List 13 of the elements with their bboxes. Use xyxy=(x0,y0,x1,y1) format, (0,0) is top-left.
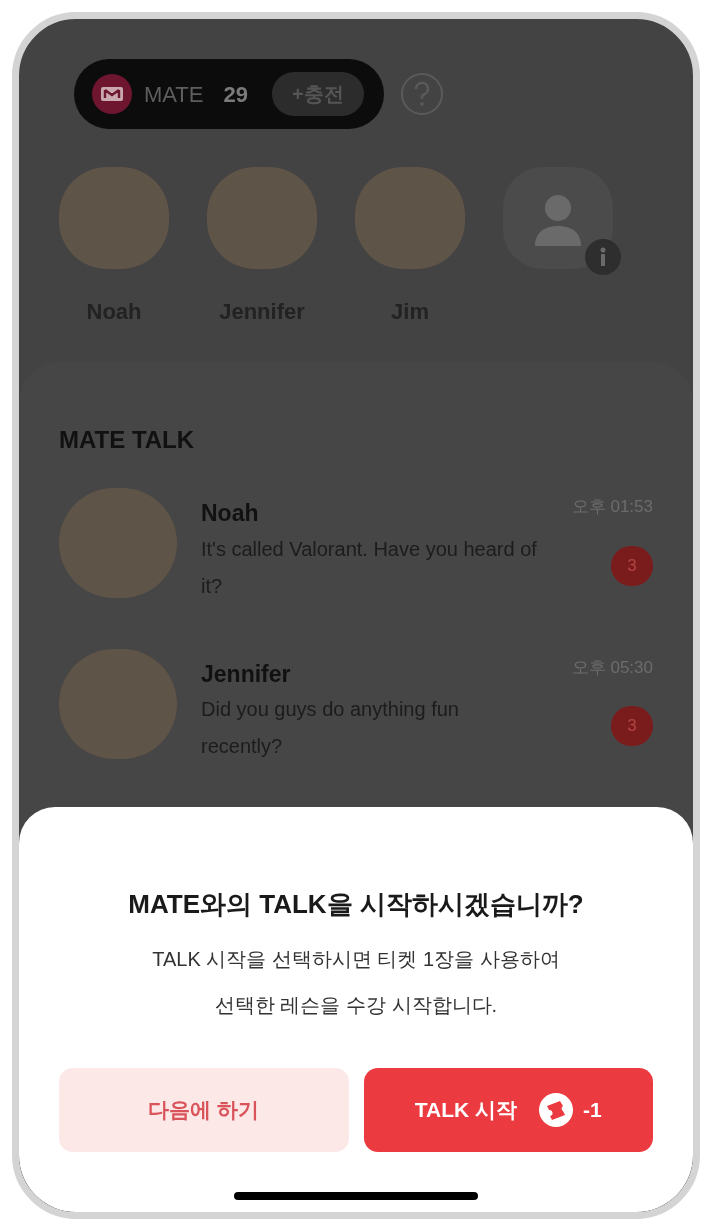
dialog-message: TALK 시작을 선택하시면 티켓 1장을 사용하여 xyxy=(152,947,560,972)
info-icon xyxy=(585,239,621,275)
start-talk-button[interactable]: TALK 시작 -1 xyxy=(363,1068,653,1152)
wallet-label: MATE xyxy=(144,80,204,109)
dialog-message: 선택한 레슨을 수강 시작합니다. xyxy=(214,993,498,1018)
empty-avatar[interactable] xyxy=(503,167,613,269)
later-button[interactable]: 다음에 하기 xyxy=(59,1068,349,1152)
ticket-icon xyxy=(539,1093,574,1127)
unread-count: 3 xyxy=(611,545,653,586)
logo-icon xyxy=(92,74,132,114)
unread-count: 3 xyxy=(611,706,653,746)
wallet-count: 29 xyxy=(223,80,248,109)
dialog-title: MATE와의 TALK을 시작하시겠습니까? xyxy=(128,888,584,921)
